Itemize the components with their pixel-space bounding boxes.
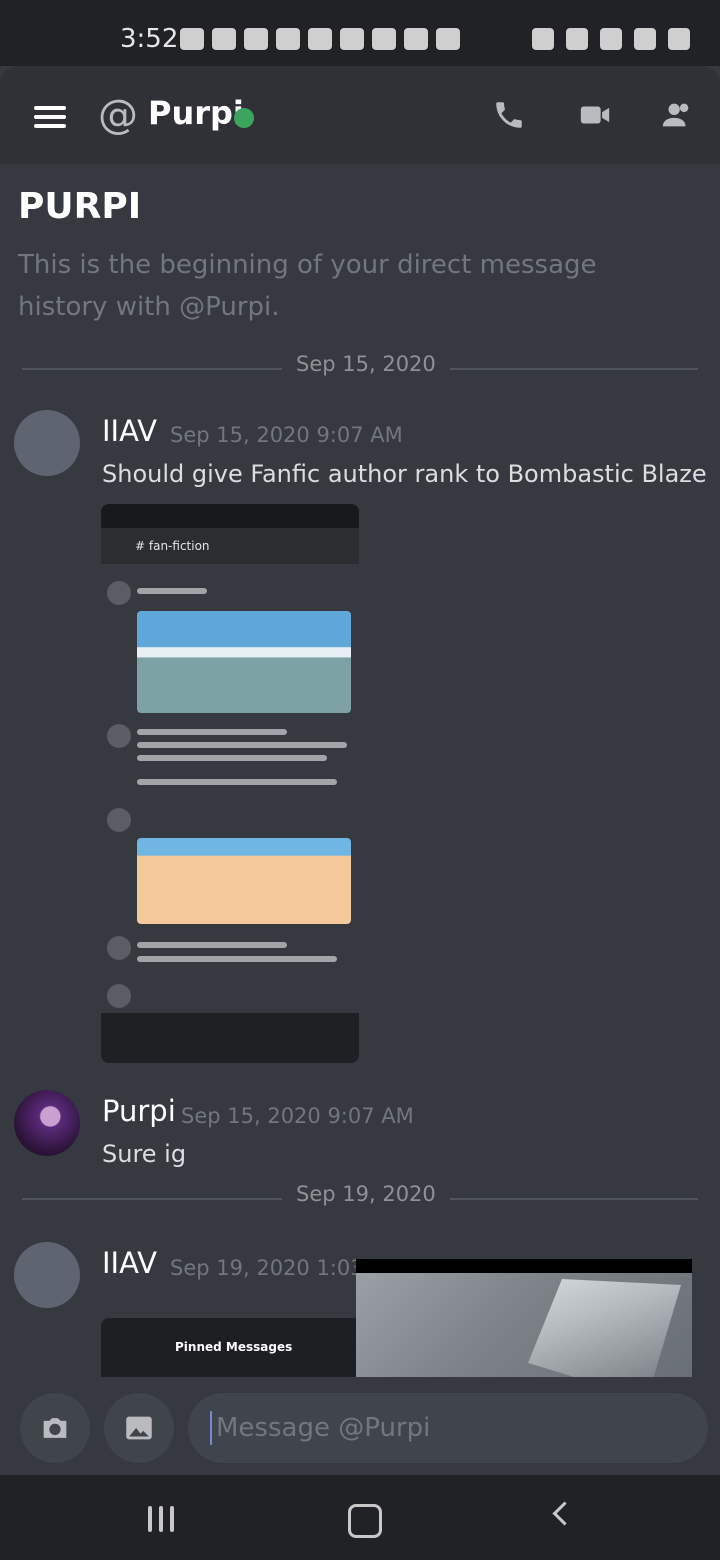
date-divider: Sep 15, 2020 bbox=[22, 352, 698, 376]
inner-text-line bbox=[137, 588, 207, 594]
message-text: Sure ig bbox=[102, 1140, 187, 1168]
video-icon[interactable] bbox=[578, 98, 612, 132]
battery-icon bbox=[668, 28, 690, 50]
message-group: IIAV Sep 15, 2020 9:07 AM Should give Fa… bbox=[0, 410, 720, 1170]
page-title: Purpi bbox=[148, 94, 244, 132]
notification-icon bbox=[404, 28, 428, 50]
inner-text-line bbox=[137, 729, 287, 735]
inner-text-line bbox=[137, 742, 347, 748]
alarm-icon bbox=[532, 28, 554, 50]
embedded-picture-2 bbox=[137, 838, 351, 924]
message-text: Should give Fanfic author rank to Bombas… bbox=[102, 460, 707, 488]
wifi-icon bbox=[600, 28, 622, 50]
notification-icon bbox=[276, 28, 300, 50]
hamburger-menu-icon[interactable] bbox=[34, 106, 66, 128]
avatar[interactable] bbox=[14, 410, 80, 476]
status-bar: 3:52 bbox=[0, 0, 720, 66]
inner-text-line bbox=[137, 755, 327, 761]
signal-icon bbox=[634, 28, 656, 50]
message-author[interactable]: Purpi bbox=[102, 1094, 176, 1128]
online-status-icon bbox=[234, 108, 254, 128]
camera-button[interactable] bbox=[20, 1393, 90, 1463]
inner-text-line bbox=[137, 956, 337, 962]
avatar[interactable] bbox=[14, 1090, 80, 1156]
inner-avatar bbox=[107, 808, 131, 832]
back-button[interactable] bbox=[552, 1501, 577, 1526]
notification-icon bbox=[372, 28, 396, 50]
text-cursor bbox=[210, 1411, 212, 1445]
gallery-button[interactable] bbox=[104, 1393, 174, 1463]
navigation-bar bbox=[0, 1475, 720, 1560]
notification-icons bbox=[180, 28, 460, 50]
attachment-image[interactable]: # fan-fiction bbox=[101, 504, 359, 1063]
inner-avatar bbox=[107, 581, 131, 605]
notification-icon bbox=[212, 28, 236, 50]
pinned-messages-title: Pinned Messages bbox=[175, 1340, 293, 1354]
at-icon: @ bbox=[98, 92, 138, 138]
call-icon[interactable] bbox=[492, 98, 526, 132]
date-divider-label: Sep 15, 2020 bbox=[282, 352, 450, 376]
home-button[interactable] bbox=[348, 1504, 382, 1538]
dm-heading: PURPI bbox=[18, 186, 142, 227]
notification-icon bbox=[180, 28, 204, 50]
image-icon bbox=[126, 1416, 152, 1440]
message-composer: Message @Purpi bbox=[0, 1377, 720, 1475]
notification-icon bbox=[340, 28, 364, 50]
dm-intro-text: This is the beginning of your direct mes… bbox=[18, 250, 597, 322]
embedded-picture-1 bbox=[137, 611, 351, 713]
notification-icon bbox=[436, 28, 460, 50]
inner-avatar bbox=[107, 984, 131, 1008]
inner-chat-body bbox=[101, 564, 359, 1013]
date-divider: Sep 19, 2020 bbox=[22, 1182, 698, 1206]
message-author[interactable]: IIAV bbox=[102, 414, 157, 448]
notification-icon bbox=[308, 28, 332, 50]
message-input[interactable]: Message @Purpi bbox=[188, 1393, 708, 1463]
message-author[interactable]: IIAV bbox=[102, 1246, 157, 1280]
date-divider-label: Sep 19, 2020 bbox=[282, 1182, 450, 1206]
message-timestamp: Sep 15, 2020 9:07 AM bbox=[170, 423, 403, 447]
members-icon[interactable] bbox=[660, 98, 694, 132]
message-list[interactable]: PURPI This is the beginning of your dire… bbox=[0, 164, 720, 1377]
camera-icon bbox=[43, 1418, 67, 1438]
recents-button[interactable] bbox=[148, 1506, 174, 1532]
inner-channel-title: # fan-fiction bbox=[101, 528, 359, 564]
message-group: Purpi Sep 15, 2020 9:07 AM Sure ig bbox=[0, 1090, 720, 1170]
notification-icon bbox=[244, 28, 268, 50]
inner-status-bar bbox=[101, 504, 359, 528]
inner-avatar bbox=[107, 724, 131, 748]
system-icons bbox=[532, 28, 690, 50]
inner-avatar bbox=[107, 936, 131, 960]
message-placeholder: Message @Purpi bbox=[216, 1413, 431, 1443]
message-timestamp: Sep 15, 2020 9:07 AM bbox=[181, 1104, 414, 1128]
inner-text-line bbox=[137, 942, 287, 948]
avatar[interactable] bbox=[14, 1242, 80, 1308]
top-bar: @ Purpi bbox=[0, 66, 720, 164]
mute-icon bbox=[566, 28, 588, 50]
inner-text-line bbox=[137, 779, 337, 785]
status-time: 3:52 bbox=[120, 24, 179, 54]
